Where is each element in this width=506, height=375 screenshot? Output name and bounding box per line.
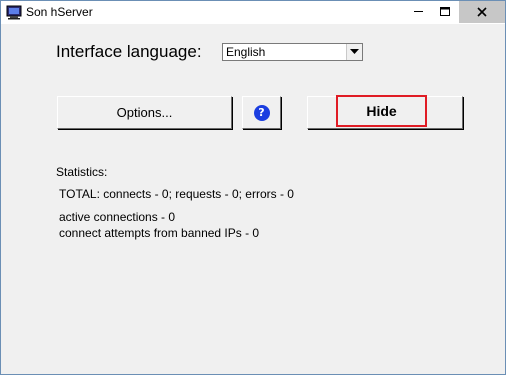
statistics-total: TOTAL: connects - 0; requests - 0; error… [59, 187, 294, 201]
computer-monitor-icon [6, 5, 22, 20]
options-button-label: Options... [116, 105, 173, 120]
language-select-value: English [226, 45, 266, 59]
options-button[interactable]: Options... [57, 96, 232, 129]
hide-button-focus[interactable]: Hide [336, 95, 427, 127]
close-button[interactable] [459, 1, 505, 23]
help-button[interactable]: ? [242, 96, 281, 129]
chevron-down-icon[interactable] [346, 44, 362, 60]
window-title: Son hServer [26, 5, 93, 19]
language-label: Interface language: [56, 42, 202, 61]
hide-button-label: Hide [366, 103, 397, 119]
language-select[interactable]: English [222, 43, 363, 61]
statistics-heading: Statistics: [56, 165, 108, 179]
minimize-button[interactable] [405, 1, 433, 23]
main-window: Son hServer Interface language: English [0, 0, 506, 375]
client-area: Interface language: English Options... ?… [1, 24, 505, 374]
statistics-banned-attempts: connect attempts from banned IPs - 0 [59, 226, 260, 240]
maximize-icon [440, 7, 450, 16]
help-icon: ? [253, 104, 270, 121]
maximize-button[interactable] [431, 1, 459, 23]
title-bar[interactable]: Son hServer [1, 1, 505, 24]
close-icon [477, 7, 487, 17]
minimize-icon [414, 11, 423, 12]
statistics-active-connections: active connections - 0 [59, 210, 176, 224]
